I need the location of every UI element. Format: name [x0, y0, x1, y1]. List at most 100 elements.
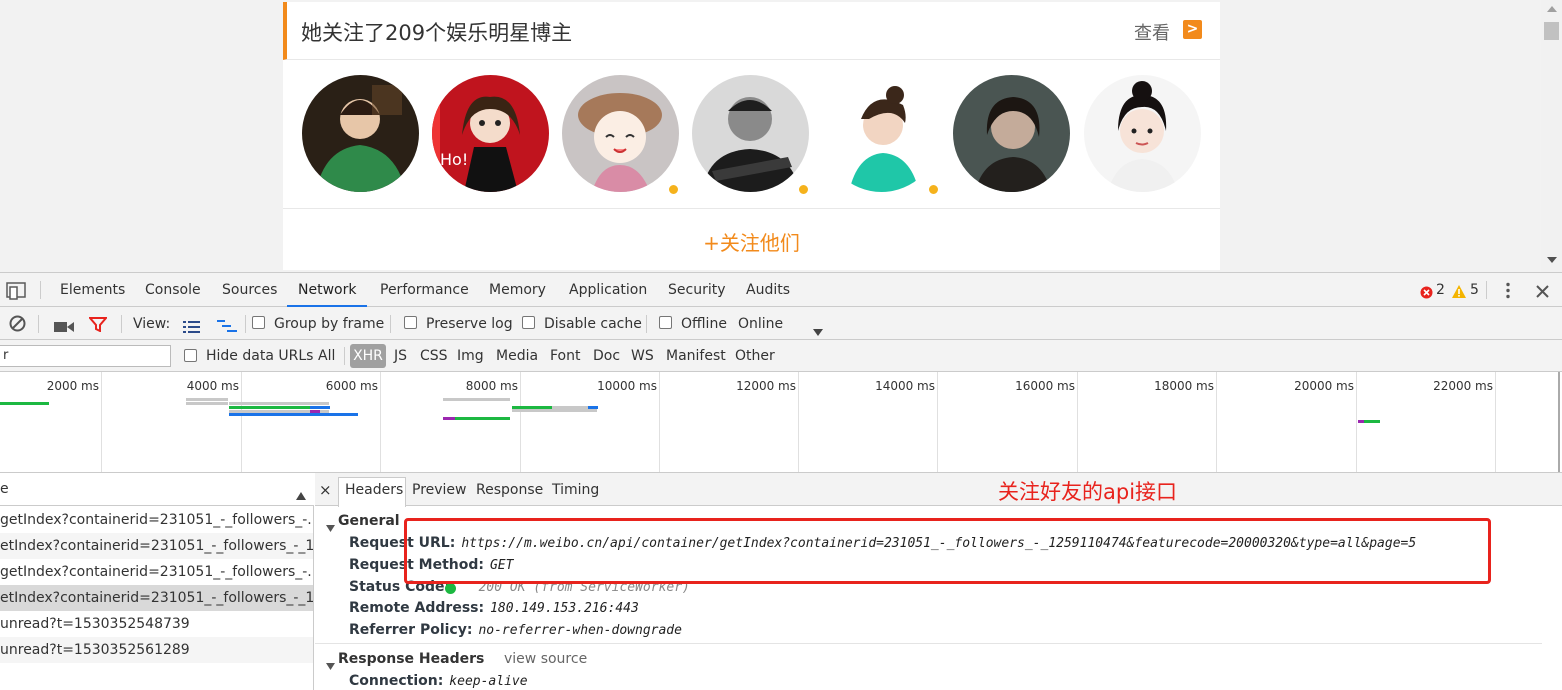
preserve-log-checkbox[interactable]: [404, 316, 417, 329]
error-count[interactable]: 2: [1436, 282, 1445, 298]
annotation-label: 关注好友的api接口: [998, 480, 1178, 504]
grid-line: [101, 372, 102, 472]
view-link[interactable]: 查看: [1134, 19, 1170, 45]
request-row[interactable]: getIndex?containerid=231051_-_followers_…: [0, 559, 313, 585]
filter-type-all[interactable]: All: [318, 348, 335, 364]
tab-response[interactable]: Response: [476, 482, 543, 498]
timeline-handle[interactable]: [1558, 372, 1560, 472]
chevron-right-icon[interactable]: >: [1183, 20, 1202, 39]
filter-icon[interactable]: [87, 317, 109, 336]
warning-icon[interactable]: [1452, 283, 1466, 302]
more-options-icon[interactable]: [1506, 282, 1510, 303]
tab-console[interactable]: Console: [145, 282, 201, 298]
disable-cache-checkbox[interactable]: [522, 316, 535, 329]
scrollbar-thumb[interactable]: [1544, 22, 1559, 40]
filter-type-ws[interactable]: WS: [631, 348, 654, 364]
filter-type-js[interactable]: JS: [394, 348, 407, 364]
filter-type-other[interactable]: Other: [735, 348, 775, 364]
avatar[interactable]: [953, 75, 1070, 192]
header-row-referrer-policy: Referrer Policy: no-referrer-when-downgra…: [349, 622, 682, 638]
clear-icon[interactable]: [9, 315, 26, 336]
filter-type-font[interactable]: Font: [550, 348, 580, 364]
tab-performance[interactable]: Performance: [380, 282, 469, 298]
header-value: 180.149.153.216:443: [490, 601, 639, 616]
page-scrollbar[interactable]: [1541, 0, 1562, 272]
request-name: etIndex?containerid=231051_-_followers_-…: [0, 538, 313, 554]
grid-line: [380, 372, 381, 472]
name-column-header[interactable]: e: [0, 481, 9, 497]
waterfall-view-icon[interactable]: [217, 318, 237, 337]
throttle-select[interactable]: Online: [738, 316, 783, 332]
filter-bar: r Hide data URLs All XHR JS CSS Img Medi…: [0, 340, 1562, 372]
offline-label[interactable]: Offline: [681, 316, 727, 332]
filter-type-css[interactable]: CSS: [420, 348, 448, 364]
status-ok-icon: [445, 582, 456, 598]
view-label: View:: [133, 316, 171, 332]
disable-cache-label[interactable]: Disable cache: [544, 316, 642, 332]
hide-data-urls-checkbox[interactable]: [184, 349, 197, 362]
chevron-down-icon[interactable]: [813, 321, 823, 340]
avatar[interactable]: [1084, 75, 1201, 192]
avatar[interactable]: [692, 75, 809, 192]
request-list-header[interactable]: e: [0, 473, 314, 506]
timeline-tick-label: 16000 ms: [1015, 379, 1075, 393]
tab-audits[interactable]: Audits: [746, 282, 790, 298]
device-toolbar-icon[interactable]: [6, 282, 26, 304]
tab-headers[interactable]: Headers: [345, 482, 403, 498]
general-section-title[interactable]: General: [338, 513, 400, 529]
tab-preview[interactable]: Preview: [412, 482, 467, 498]
avatar[interactable]: [823, 75, 940, 192]
tab-elements[interactable]: Elements: [60, 282, 125, 298]
view-source-link[interactable]: view source: [504, 651, 587, 667]
filter-type-doc[interactable]: Doc: [593, 348, 620, 364]
tab-application[interactable]: Application: [569, 282, 647, 298]
network-overview-timeline[interactable]: 2000 ms 4000 ms 6000 ms 8000 ms 10000 ms…: [0, 372, 1562, 473]
collapse-triangle-icon[interactable]: [326, 655, 335, 674]
avatar[interactable]: [562, 75, 679, 192]
response-headers-section-title[interactable]: Response Headers: [338, 651, 484, 667]
request-row[interactable]: unread?t=1530352548739: [0, 611, 313, 637]
request-row[interactable]: etIndex?containerid=231051_-_followers_-…: [0, 533, 313, 559]
timeline-bar: [1358, 420, 1364, 423]
hide-data-urls-label[interactable]: Hide data URLs: [206, 348, 313, 364]
group-by-frame-label[interactable]: Group by frame: [274, 316, 384, 332]
follow-all-button[interactable]: +关注他们: [283, 227, 1220, 256]
close-devtools-icon[interactable]: [1536, 283, 1549, 302]
scroll-up-arrow-icon[interactable]: [1547, 6, 1557, 12]
grid-line: [1495, 372, 1496, 472]
header-key: Remote Address:: [349, 600, 485, 616]
filter-input[interactable]: r: [0, 345, 171, 367]
request-row[interactable]: unread?t=1530352561289: [0, 637, 313, 663]
avatar[interactable]: [302, 75, 419, 192]
close-detail-icon[interactable]: ×: [319, 481, 332, 499]
filter-type-media[interactable]: Media: [496, 348, 538, 364]
filter-type-img[interactable]: Img: [457, 348, 484, 364]
tab-memory[interactable]: Memory: [489, 282, 546, 298]
avatar[interactable]: Ho!: [432, 75, 549, 192]
group-by-frame-checkbox[interactable]: [252, 316, 265, 329]
request-row-selected[interactable]: etIndex?containerid=231051_-_followers_-…: [0, 585, 313, 611]
filter-type-xhr[interactable]: XHR: [350, 344, 386, 368]
tab-network[interactable]: Network: [298, 282, 356, 298]
request-row[interactable]: getIndex?containerid=231051_-_followers_…: [0, 507, 313, 533]
capture-screenshots-icon[interactable]: [54, 318, 74, 337]
timeline-tick-label: 10000 ms: [597, 379, 657, 393]
tab-security[interactable]: Security: [668, 282, 726, 298]
grid-line: [1216, 372, 1217, 472]
tab-timing[interactable]: Timing: [552, 482, 599, 498]
screen: 她关注了209个娱乐明星博主 查看 > Ho! +关注他们 Elements C…: [0, 0, 1562, 690]
warning-count[interactable]: 5: [1470, 282, 1479, 298]
detail-tab-bar: × Headers Preview Response Timing: [315, 473, 1562, 507]
scroll-down-arrow-icon[interactable]: [1547, 257, 1557, 263]
preserve-log-label[interactable]: Preserve log: [426, 316, 513, 332]
filter-type-manifest[interactable]: Manifest: [666, 348, 726, 364]
request-list: e getIndex?containerid=231051_-_follower…: [0, 473, 314, 690]
timeline-bar: [0, 402, 49, 405]
error-icon[interactable]: [1420, 284, 1433, 303]
tab-sources[interactable]: Sources: [222, 282, 277, 298]
list-view-icon[interactable]: [183, 318, 200, 337]
collapse-triangle-icon[interactable]: [326, 517, 335, 536]
sort-ascending-icon[interactable]: [296, 485, 306, 504]
timeline-bar: [186, 402, 228, 405]
offline-checkbox[interactable]: [659, 316, 672, 329]
